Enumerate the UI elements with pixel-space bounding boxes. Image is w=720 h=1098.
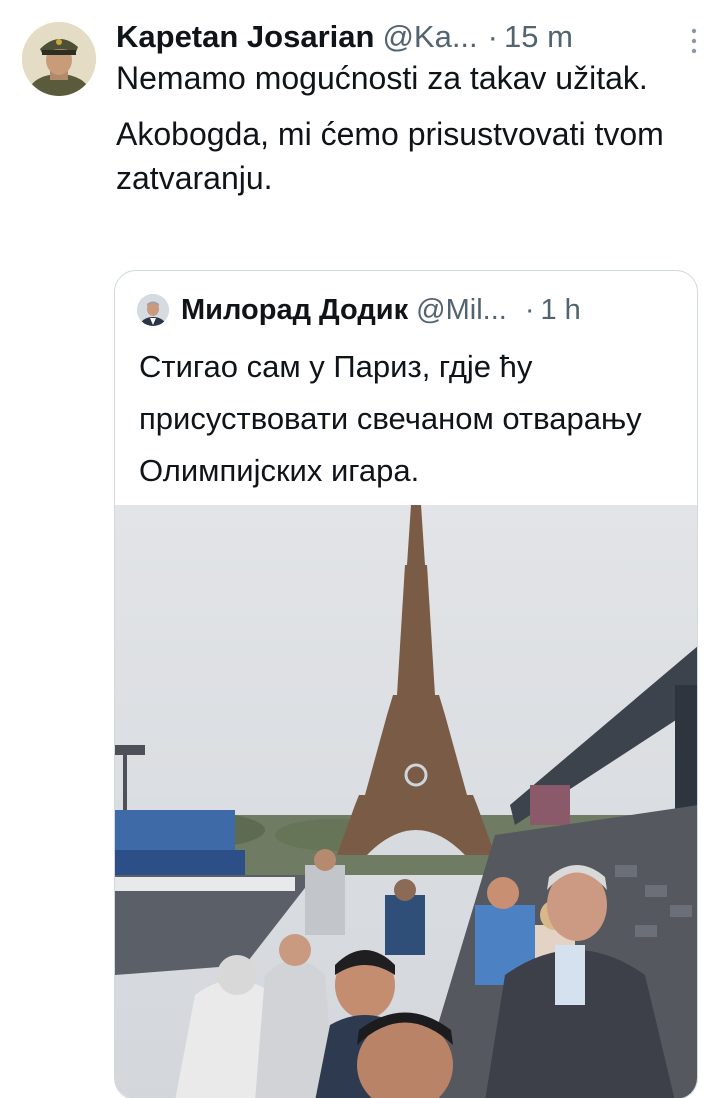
quoted-tweet-header: Милорад Додик @Mil... · 1 h <box>137 291 681 329</box>
author-avatar[interactable] <box>22 22 96 96</box>
author-name[interactable]: Kapetan Josarian <box>116 19 374 55</box>
more-vertical-icon[interactable] <box>690 28 698 54</box>
separator-dot: · <box>487 19 498 54</box>
avatar-icon <box>22 22 96 96</box>
tweet-text: Nemamo mogućnosti za takav užitak. Akobo… <box>116 56 686 200</box>
avatar-icon <box>137 294 169 326</box>
tweet-photo[interactable] <box>115 505 698 1098</box>
tweet-paragraph-2: Akobogda, mi ćemo prisustvovati tvom zat… <box>116 116 664 196</box>
quoted-author-avatar[interactable] <box>137 294 169 326</box>
quoted-tweet-timestamp[interactable]: 1 h <box>540 294 580 327</box>
author-handle[interactable]: @Ka... <box>382 19 477 55</box>
quoted-tweet[interactable]: Милорад Додик @Mil... · 1 h Стигао сам у… <box>114 270 698 1098</box>
quoted-tweet-text: Стигао сам у Париз, гдје ћу присуствоват… <box>139 349 642 488</box>
quoted-author-handle[interactable]: @Mil... <box>416 294 507 327</box>
separator-dot: · <box>524 293 535 326</box>
tweet-timestamp[interactable]: 15 m <box>504 19 573 55</box>
tweet-paragraph-1: Nemamo mogućnosti za takav užitak. <box>116 60 648 96</box>
quoted-author-name[interactable]: Милорад Додик <box>181 294 408 327</box>
